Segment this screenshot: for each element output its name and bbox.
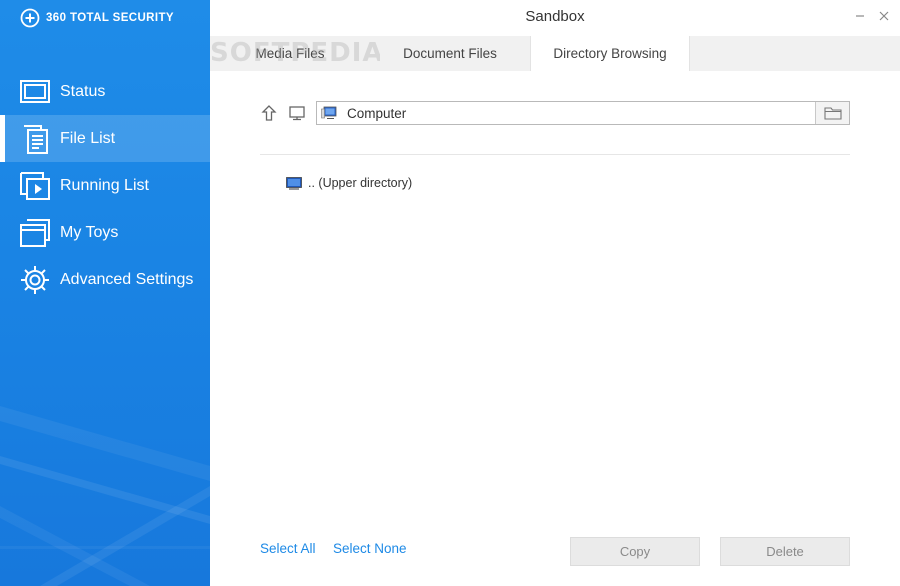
file-list: .. (Upper directory) (286, 173, 412, 193)
computer-icon (321, 106, 337, 119)
logo-icon (20, 8, 40, 28)
sidebar-item-label: Advanced Settings (60, 270, 194, 288)
stacked-windows-icon (20, 218, 50, 247)
brand-name: 360 TOTAL SECURITY (46, 12, 174, 24)
window-title: Sandbox (525, 8, 585, 25)
play-window-icon (20, 171, 50, 200)
sidebar-decoration (0, 406, 210, 586)
list-item-label: .. (Upper directory) (308, 176, 413, 190)
sidebar-item-label: My Toys (60, 223, 119, 241)
main-panel: Sandbox Media Files Document Files Direc… (210, 0, 900, 586)
folder-icon (823, 107, 842, 120)
close-button[interactable] (874, 6, 894, 26)
path-value: Computer (347, 105, 407, 121)
gear-icon (21, 265, 49, 294)
up-arrow-icon[interactable] (260, 104, 278, 122)
sidebar-nav: Status File List Running List My Toys Ad… (0, 68, 210, 303)
monitor-icon (20, 79, 50, 103)
select-none-link[interactable]: Select None (333, 541, 407, 556)
tab-document-files[interactable]: Document Files (370, 36, 530, 71)
minimize-icon (856, 15, 864, 17)
sidebar-item-my-toys[interactable]: My Toys (0, 209, 210, 256)
tab-bar: Media Files Document Files Directory Bro… (210, 36, 900, 71)
computer-icon[interactable] (288, 104, 306, 122)
path-toolbar: Computer (260, 101, 850, 125)
sidebar-item-label: Running List (60, 176, 149, 194)
delete-button[interactable]: Delete (720, 537, 850, 566)
divider (260, 154, 850, 155)
sidebar-item-file-list[interactable]: File List (0, 115, 210, 162)
sidebar-item-label: File List (60, 129, 116, 147)
minimize-button[interactable] (850, 6, 870, 26)
close-icon (879, 11, 889, 21)
sidebar-item-advanced-settings[interactable]: Advanced Settings (0, 256, 210, 303)
sidebar-item-label: Status (60, 82, 106, 100)
computer-icon (286, 176, 302, 190)
sidebar: 360 TOTAL SECURITY Status File List Runn… (0, 0, 210, 586)
tab-directory-browsing[interactable]: Directory Browsing (530, 36, 690, 71)
tab-media-files[interactable]: Media Files (230, 36, 350, 71)
list-item[interactable]: .. (Upper directory) (286, 173, 412, 193)
browse-folder-button[interactable] (815, 102, 849, 124)
path-field[interactable]: Computer (316, 101, 850, 125)
sidebar-item-status[interactable]: Status (0, 68, 210, 115)
document-icon (24, 124, 48, 154)
brand: 360 TOTAL SECURITY (20, 8, 174, 28)
select-all-link[interactable]: Select All (260, 541, 316, 556)
sidebar-item-running-list[interactable]: Running List (0, 162, 210, 209)
copy-button[interactable]: Copy (570, 537, 700, 566)
